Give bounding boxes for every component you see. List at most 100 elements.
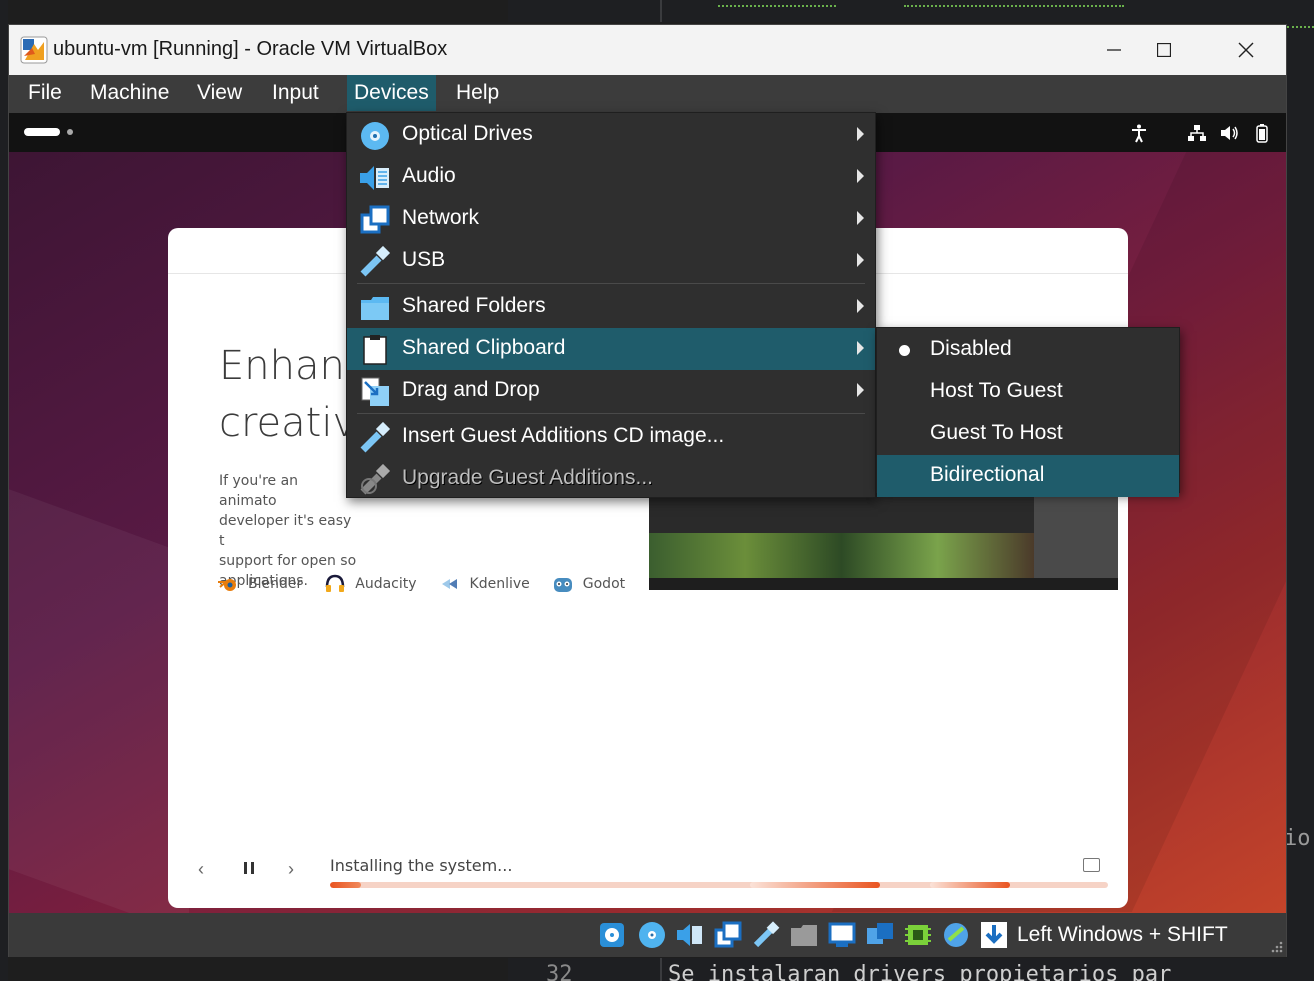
upgrade-icon	[360, 464, 391, 495]
clipboard-option-host-to-guest[interactable]: Host To Guest	[877, 371, 1179, 413]
audio-icon[interactable]	[675, 920, 705, 950]
app-kdenlive: Kdenlive	[439, 573, 530, 595]
app-name: Audacity	[355, 576, 417, 592]
editor-divider	[660, 0, 662, 22]
submenu-arrow-icon	[857, 169, 864, 183]
progress-animation	[750, 882, 880, 888]
menu-item-drag-and-drop[interactable]: Drag and Drop	[347, 370, 875, 412]
hard-disk-icon[interactable]	[597, 920, 627, 950]
install-status: Installing the system...	[330, 856, 513, 875]
network-icon[interactable]	[1187, 123, 1207, 143]
app-godot: Godot	[552, 573, 625, 595]
blender-icon	[218, 579, 236, 591]
screenshot-timeline	[649, 578, 1118, 590]
menu-item-usb[interactable]: USB	[347, 240, 875, 282]
recording-icon[interactable]	[865, 920, 895, 950]
menu-item-audio[interactable]: Audio	[347, 156, 875, 198]
submenu-arrow-icon	[857, 299, 864, 313]
previous-slide-button[interactable]: ‹	[198, 859, 204, 880]
usb-icon[interactable]	[751, 920, 781, 950]
clipboard-option-bidirectional[interactable]: Bidirectional	[877, 455, 1179, 497]
menu-bar: File Machine View Input Devices Help	[9, 75, 1286, 113]
submenu-arrow-icon	[857, 253, 864, 267]
devices-menu: Optical Drives Audio Network USB Shared …	[346, 112, 876, 498]
mouse-integration-icon[interactable]	[941, 920, 971, 950]
app-name: Blender	[248, 576, 303, 592]
display-icon[interactable]	[827, 920, 857, 950]
menu-item-label: USB	[402, 248, 446, 271]
wallpaper-shape	[9, 489, 189, 913]
install-progress-bar	[330, 882, 1108, 888]
shared-folders-icon[interactable]	[789, 920, 819, 950]
cpu-icon[interactable]	[903, 920, 933, 950]
menu-item-insert-guest-additions[interactable]: Insert Guest Additions CD image...	[347, 416, 875, 458]
app-name: Kdenlive	[469, 576, 530, 592]
menu-item-label: Network	[402, 206, 480, 229]
menu-item-optical-drives[interactable]: Optical Drives	[347, 114, 875, 156]
menu-separator	[357, 413, 865, 414]
window-title: ubuntu-vm [Running] - Oracle VM VirtualB…	[53, 38, 448, 60]
kdenlive-icon	[441, 579, 457, 589]
screenshot-render	[649, 533, 1034, 578]
minimize-icon	[1107, 49, 1121, 51]
description-line: developer it's easy t	[219, 513, 352, 549]
menu-help[interactable]: Help	[449, 75, 506, 111]
network-icon	[360, 205, 390, 234]
menu-input[interactable]: Input	[265, 75, 326, 111]
maximize-icon	[1157, 43, 1171, 57]
submenu-item-label: Disabled	[930, 337, 1012, 360]
audio-icon	[360, 166, 389, 190]
menu-devices[interactable]: Devices	[347, 75, 436, 111]
title-bar[interactable]: ubuntu-vm [Running] - Oracle VM VirtualB…	[9, 25, 1286, 75]
optical-drive-icon[interactable]	[637, 920, 667, 950]
audacity-icon	[326, 574, 345, 592]
menu-item-label: Shared Clipboard	[402, 336, 566, 359]
menu-file[interactable]: File	[21, 75, 69, 111]
submenu-item-label: Guest To Host	[930, 421, 1063, 444]
menu-item-shared-clipboard[interactable]: Shared Clipboard	[347, 328, 875, 370]
app-blender: Blender	[217, 573, 302, 595]
app-audacity: Audacity	[324, 573, 417, 595]
menu-item-label: Optical Drives	[402, 122, 533, 145]
lint-squiggle	[904, 3, 1124, 7]
workspace-indicator[interactable]	[24, 128, 60, 136]
menu-item-shared-folders[interactable]: Shared Folders	[347, 286, 875, 328]
submenu-arrow-icon	[857, 383, 864, 397]
menu-machine[interactable]: Machine	[83, 75, 176, 111]
lint-squiggle	[1287, 24, 1314, 28]
godot-icon	[553, 578, 572, 592]
featured-apps: Blender Audacity Kdenlive Godot	[217, 573, 647, 595]
menu-separator	[357, 283, 865, 284]
shared-clipboard-icon	[363, 335, 387, 365]
battery-icon[interactable]	[1252, 123, 1272, 143]
drag-and-drop-icon	[361, 377, 389, 406]
shared-clipboard-submenu: Disabled Host To Guest Guest To Host Bid…	[876, 327, 1180, 497]
terminal-icon[interactable]	[1083, 858, 1100, 872]
menu-item-label: Upgrade Guest Additions...	[402, 466, 653, 489]
menu-item-network[interactable]: Network	[347, 198, 875, 240]
submenu-arrow-icon	[857, 127, 864, 141]
close-button[interactable]	[1211, 25, 1281, 75]
submenu-arrow-icon	[857, 211, 864, 225]
menu-view[interactable]: View	[190, 75, 249, 111]
maximize-button[interactable]	[1129, 25, 1199, 75]
download-icon[interactable]	[979, 920, 1009, 950]
line-number: 32	[546, 962, 573, 981]
resize-grip-icon[interactable]	[1267, 937, 1283, 953]
pause-slideshow-button[interactable]	[244, 862, 254, 874]
next-slide-button[interactable]: ›	[288, 859, 294, 880]
background-editor-bottom: 32 Se instalaran drivers propietarios pa…	[508, 958, 1314, 981]
menu-item-upgrade-guest-additions: Upgrade Guest Additions...	[347, 458, 875, 500]
menu-item-label: Audio	[402, 164, 456, 187]
description-line: support for open so	[219, 553, 357, 569]
background-editor-top	[508, 0, 1314, 22]
progress-fill	[330, 882, 362, 888]
clipboard-option-disabled[interactable]: Disabled	[877, 329, 1179, 371]
background-code-fragment: io	[1284, 826, 1311, 851]
network-icon[interactable]	[713, 920, 743, 950]
volume-icon[interactable]	[1219, 123, 1239, 143]
clipboard-option-guest-to-host[interactable]: Guest To Host	[877, 413, 1179, 455]
menu-item-label: Drag and Drop	[402, 378, 540, 401]
accessibility-icon[interactable]	[1129, 123, 1149, 143]
submenu-item-label: Bidirectional	[930, 463, 1045, 486]
